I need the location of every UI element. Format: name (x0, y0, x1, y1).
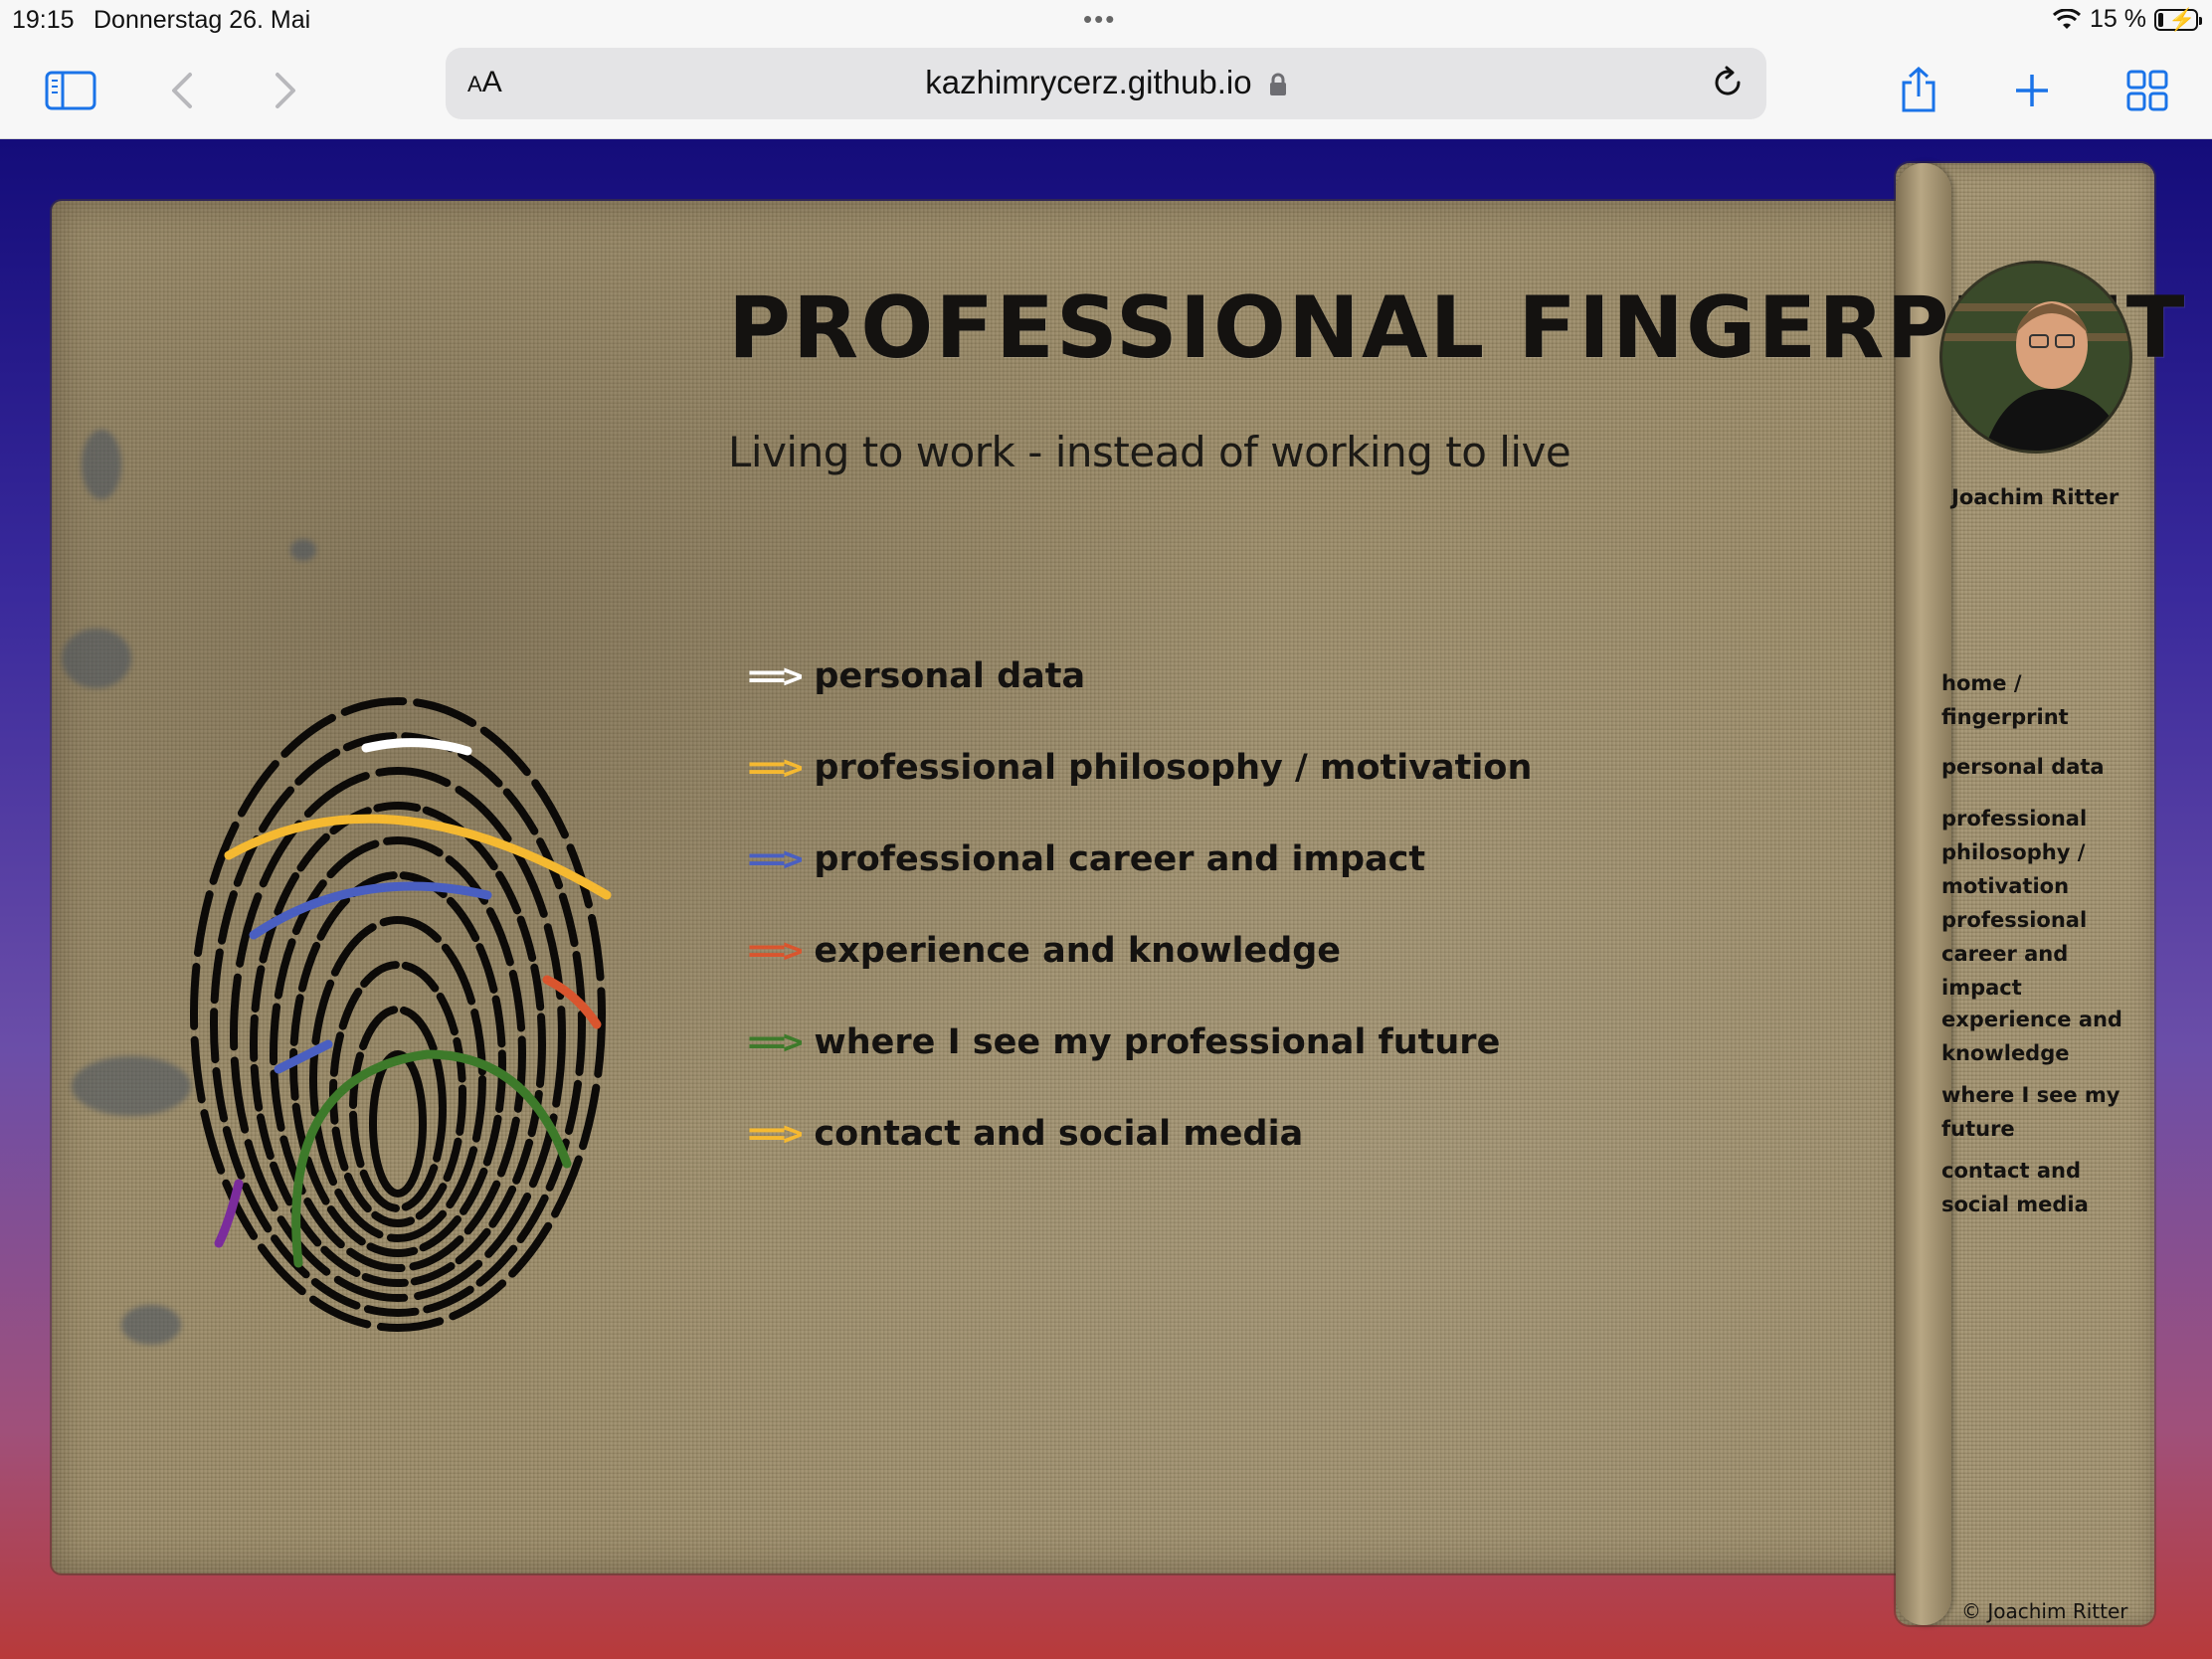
menu-arrow-icon: ==> (748, 1114, 803, 1154)
menu-item-contact[interactable]: ==> contact and social media (748, 1114, 1303, 1154)
multitasking-dots-icon[interactable]: ••• (1083, 4, 1116, 35)
stain (82, 430, 121, 499)
nav-career[interactable]: professional career and impact (1941, 903, 2140, 1005)
forward-icon[interactable] (255, 60, 316, 121)
fingerprint-icon (190, 697, 612, 1332)
battery-level-fill (2158, 12, 2163, 27)
nav-home[interactable]: home / fingerprint (1941, 666, 2140, 734)
tabs-overview-icon[interactable] (2117, 60, 2178, 121)
nav-personal-data[interactable]: personal data (1941, 750, 2140, 784)
address-bar[interactable]: AA kazhimrycerz.github.io (446, 48, 1766, 119)
person-photo-icon (1942, 264, 2129, 451)
url-field[interactable]: kazhimrycerz.github.io (446, 64, 1766, 101)
stain (290, 539, 316, 561)
avatar (1939, 261, 2132, 454)
menu-item-career[interactable]: ==> professional career and impact (748, 839, 1425, 879)
back-icon[interactable] (151, 60, 213, 121)
menu-label: personal data (814, 656, 1086, 696)
menu-arrow-icon: ==> (748, 931, 803, 971)
menu-item-personal-data[interactable]: ==> personal data (748, 656, 1085, 696)
stain (62, 629, 131, 688)
nav-future[interactable]: where I see my future (1941, 1078, 2140, 1146)
menu-label: professional career and impact (814, 839, 1426, 879)
nav-experience[interactable]: experience and knowledge (1941, 1003, 2140, 1070)
reload-icon[interactable] (1709, 64, 1747, 101)
battery-percent: 15 % (2090, 5, 2146, 33)
status-right: 15 % ⚡ (2052, 5, 2202, 34)
menu-arrow-icon: ==> (748, 748, 803, 788)
copyright-notice: © Joachim Ritter (1961, 1599, 2128, 1623)
sidebar-icon[interactable] (40, 60, 101, 121)
browser-toolbar: AA kazhimrycerz.github.io (0, 42, 2212, 139)
menu-arrow-icon: ==> (748, 656, 803, 696)
author-name: Joachim Ritter (1951, 485, 2120, 509)
menu-item-future[interactable]: ==> where I see my professional future (748, 1022, 1500, 1062)
menu-arrow-icon: ==> (748, 1022, 803, 1062)
web-page: PROFESSIONAL FINGERPRINT Living to work … (0, 139, 2212, 1659)
battery-icon: ⚡ (2154, 7, 2202, 32)
status-time: 19:15 (12, 6, 75, 34)
wifi-icon (2052, 8, 2082, 29)
status-date: Donnerstag 26. Mai (93, 6, 311, 34)
page-subtitle: Living to work - instead of working to l… (728, 428, 1571, 476)
menu-label: professional philosophy / motivation (814, 748, 1533, 788)
new-tab-icon[interactable] (2001, 60, 2063, 121)
menu-item-philosophy[interactable]: ==> professional philosophy / motivation (748, 748, 1532, 788)
status-bar: 19:15 Donnerstag 26. Mai ••• 15 % ⚡ (0, 0, 2212, 42)
menu-label: where I see my professional future (814, 1022, 1501, 1062)
lock-icon (1269, 73, 1286, 96)
nav-contact[interactable]: contact and social media (1941, 1154, 2140, 1221)
menu-item-experience[interactable]: ==> experience and knowledge (748, 931, 1341, 971)
menu-label: contact and social media (814, 1114, 1304, 1154)
menu-label: experience and knowledge (814, 931, 1342, 971)
url-text: kazhimrycerz.github.io (925, 64, 1252, 100)
nav-philosophy[interactable]: professional philosophy / motivation (1941, 802, 2140, 903)
menu-arrow-icon: ==> (748, 839, 803, 879)
share-icon[interactable] (1888, 60, 1949, 121)
